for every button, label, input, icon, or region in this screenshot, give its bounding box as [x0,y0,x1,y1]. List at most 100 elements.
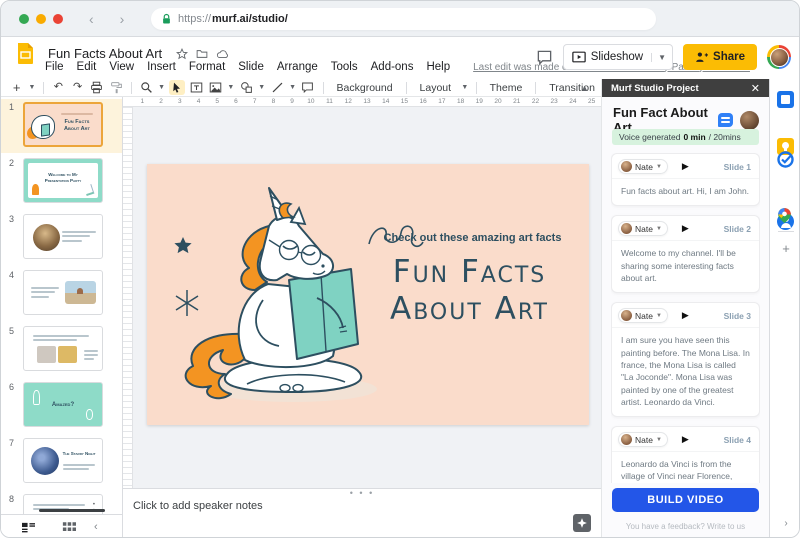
slide-thumbnail-6[interactable]: Amazed? [23,382,103,427]
slide-caption-text[interactable]: Check out these amazing art facts [365,232,580,244]
new-slide-caret[interactable]: ▼ [28,84,36,91]
close-icon[interactable]: ✕ [751,82,760,95]
menu-add-ons[interactable]: Add-ons [371,61,414,73]
background-button[interactable]: Background [331,82,399,94]
slide-thumbnail-5[interactable] [23,326,103,371]
menu-arrange[interactable]: Arrange [277,61,318,73]
document-title[interactable]: Fun Facts About Art [48,46,162,61]
insert-shape-button[interactable] [239,80,254,95]
url-host: murf.ai/studio/ [212,13,288,25]
redo-button[interactable]: ↷ [70,80,85,95]
menu-view[interactable]: View [109,61,134,73]
comments-icon[interactable] [536,49,553,66]
undo-button[interactable]: ↶ [51,80,66,95]
insert-comment-button[interactable] [300,80,315,95]
star-icon[interactable] [176,47,189,60]
editor-canvas[interactable]: 1 2 3 4 5 6 7 8 9 10 11 12 13 14 15 16 17 18 19 20 21 22 23 24 2… [123,97,601,488]
slide-row-3[interactable]: 3 [1,211,122,265]
maps-icon[interactable] [777,207,794,224]
filmstrip-scrollbar[interactable] [39,509,105,512]
menu-insert[interactable]: Insert [147,61,176,73]
cloud-status-icon[interactable] [216,48,229,60]
voice-selector[interactable]: Nate ▼ [618,308,668,324]
notes-placeholder[interactable]: Click to add speaker notes [133,500,263,512]
address-bar[interactable]: https://murf.ai/studio/ [151,8,656,30]
murf-user-avatar[interactable] [740,110,759,130]
slide-script-text[interactable]: I am sure you have seen this painting be… [612,328,759,416]
current-slide[interactable]: Check out these amazing art facts Fun Fa… [147,164,589,425]
slide-thumbnail-2[interactable]: Welcome to My Presentation Party [23,158,103,203]
filmstrip-view-icon[interactable] [21,521,36,534]
shape-caret[interactable]: ▼ [258,84,266,91]
build-video-button[interactable]: BUILD VIDEO [612,488,759,512]
layout-button[interactable]: Layout [414,82,458,94]
slide-thumbnail-1[interactable]: Fun Facts About Art [23,102,103,147]
play-button[interactable]: ▶ [682,161,724,172]
theme-button[interactable]: Theme [484,82,529,94]
new-slide-button[interactable]: + [9,80,24,95]
play-button[interactable]: ▶ [682,434,724,445]
feedback-link[interactable]: You have a feedback? Write to us [602,522,769,531]
calendar-icon[interactable] [777,91,794,108]
slide-title-text[interactable]: Fun Facts About Art [347,254,592,328]
menu-slide[interactable]: Slide [238,61,264,73]
get-add-ons-icon[interactable]: + [770,241,799,256]
back-icon[interactable]: ‹ [89,12,94,26]
paint-format-button[interactable] [108,80,123,95]
slide-thumbnail-4[interactable] [23,270,103,315]
move-folder-icon[interactable] [196,48,208,60]
ruler-tick: 21 [513,98,521,105]
expand-panel-icon[interactable]: › [770,518,799,529]
slide-thumbnail-7[interactable]: The Starry Night [23,438,103,483]
slide-row-7[interactable]: 7 The Starry Night [1,435,122,489]
line-caret[interactable]: ▼ [289,84,297,91]
window-zoom-dot[interactable] [53,13,63,24]
menu-format[interactable]: Format [189,61,225,73]
slide-row-5[interactable]: 5 [1,323,122,377]
window-minimize-dot[interactable] [36,13,46,24]
tasks-icon[interactable] [777,151,794,168]
layout-caret[interactable]: ▼ [461,84,469,91]
menu-help[interactable]: Help [426,61,450,73]
transition-button[interactable]: Transition [543,82,601,94]
hide-menus-icon[interactable]: ▲ [580,83,589,93]
play-button[interactable]: ▶ [682,310,724,321]
slide-row-6[interactable]: 6 Amazed? [1,379,122,433]
slides-app-icon [18,43,33,64]
slide-script-text[interactable]: Leonardo da Vinci is from the village of… [612,452,759,483]
explore-button[interactable] [573,514,591,532]
voice-selector[interactable]: Nate ▼ [618,432,668,448]
slide-row-1[interactable]: 1 Fun Facts About Art [1,99,122,153]
present-icon [571,51,586,63]
collapse-filmstrip-icon[interactable]: ‹ [94,521,98,533]
slide-row-4[interactable]: 4 [1,267,122,321]
zoom-button[interactable] [139,80,154,95]
play-button[interactable]: ▶ [682,223,724,234]
menu-tools[interactable]: Tools [331,61,358,73]
insert-line-button[interactable] [270,80,285,95]
voice-selector[interactable]: Nate ▼ [618,159,668,174]
window-close-dot[interactable] [19,13,29,24]
slide-thumbnail-3[interactable] [23,214,103,259]
voice-selector[interactable]: Nate ▼ [618,221,668,237]
slide-script-text[interactable]: Fun facts about art. Hi, I am John. [612,179,759,205]
zoom-caret[interactable]: ▼ [158,84,166,91]
share-button[interactable]: Share [683,44,757,70]
menu-edit[interactable]: Edit [77,61,97,73]
slide-row-2[interactable]: 2 Welcome to My Presentation Party [1,155,122,209]
image-caret[interactable]: ▼ [227,84,235,91]
speaker-notes[interactable]: • • • Click to add speaker notes [123,488,601,537]
insert-image-button[interactable] [208,80,223,95]
slideshow-caret[interactable]: ▼ [651,52,672,62]
notes-resize-handle[interactable]: • • • [350,489,374,498]
menu-file[interactable]: File [45,61,64,73]
select-tool-button[interactable] [169,80,185,95]
print-button[interactable] [89,80,104,95]
slide-script-text[interactable]: Welcome to my channel. I'll be sharing s… [612,241,759,292]
grid-view-icon[interactable] [62,521,76,534]
forward-icon[interactable]: › [120,12,125,26]
account-avatar[interactable] [767,45,791,69]
chat-icon[interactable] [718,113,733,127]
text-box-button[interactable] [189,80,204,95]
slideshow-button[interactable]: Slideshow ▼ [562,44,674,70]
